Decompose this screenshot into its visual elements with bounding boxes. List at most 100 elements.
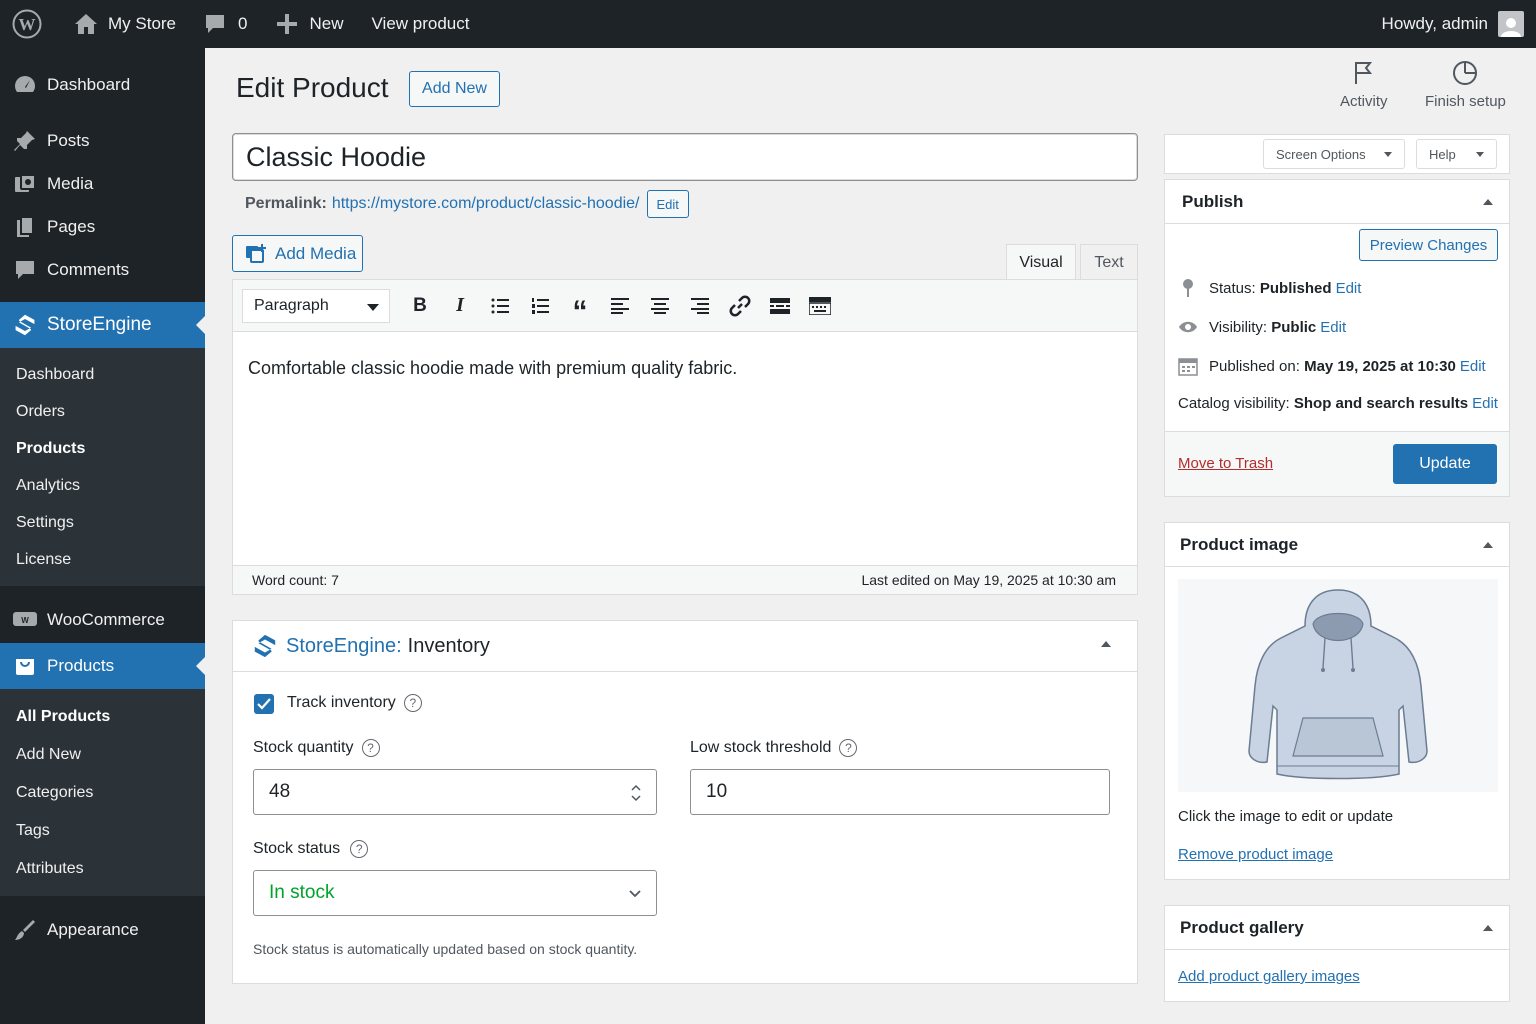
screen-meta-bar: Screen Options Help xyxy=(1164,134,1510,174)
collapse-toggle-icon[interactable] xyxy=(1101,636,1111,647)
italic-button[interactable]: I xyxy=(440,289,480,323)
visibility-edit-link[interactable]: Edit xyxy=(1320,319,1346,336)
product-title-input[interactable]: Classic Hoodie xyxy=(232,133,1138,181)
preview-changes-button[interactable]: Preview Changes xyxy=(1359,229,1498,261)
help-button[interactable]: Help xyxy=(1416,139,1497,169)
collapse-toggle-icon[interactable] xyxy=(1483,537,1493,548)
help-icon[interactable]: ? xyxy=(839,739,858,757)
product-image-header[interactable]: Product image xyxy=(1165,523,1509,567)
add-gallery-images-link[interactable]: Add product gallery images xyxy=(1178,968,1360,985)
collapse-toggle-icon[interactable] xyxy=(1483,194,1493,205)
my-account[interactable]: Howdy, admin xyxy=(1382,11,1536,37)
move-to-trash-link[interactable]: Move to Trash xyxy=(1178,455,1273,472)
submenu-se-products[interactable]: Products xyxy=(0,430,205,467)
home-icon xyxy=(75,14,97,34)
screen-options-button[interactable]: Screen Options xyxy=(1263,139,1405,169)
menu-media[interactable]: Media xyxy=(0,162,205,205)
align-center-button[interactable] xyxy=(640,289,680,323)
storeengine-submenu: Dashboard Orders Products Analytics Sett… xyxy=(0,348,205,586)
published-value: May 19, 2025 at 10:30 xyxy=(1304,357,1456,375)
submenu-categories[interactable]: Categories xyxy=(0,774,205,812)
submenu-add-new[interactable]: Add New xyxy=(0,736,205,774)
permalink-edit-button[interactable]: Edit xyxy=(646,190,689,218)
add-new-button[interactable]: Add New xyxy=(409,71,500,107)
comments-link[interactable]: 0 xyxy=(188,0,259,48)
submenu-se-orders[interactable]: Orders xyxy=(0,393,205,430)
tab-visual[interactable]: Visual xyxy=(1006,244,1076,280)
view-product-link[interactable]: View product xyxy=(356,0,482,48)
catalog-visibility-edit-link[interactable]: Edit xyxy=(1472,395,1498,412)
product-image-hint: Click the image to edit or update xyxy=(1178,808,1394,825)
finish-setup-button[interactable]: Finish setup xyxy=(1425,60,1506,110)
submenu-se-settings[interactable]: Settings xyxy=(0,504,205,541)
format-select[interactable]: Paragraph xyxy=(242,288,390,323)
bold-icon: B xyxy=(413,294,427,316)
menu-posts[interactable]: Posts xyxy=(0,119,205,162)
help-icon[interactable]: ? xyxy=(361,739,380,757)
stock-quantity-input[interactable]: 48 xyxy=(253,769,657,815)
update-button[interactable]: Update xyxy=(1393,444,1497,484)
submenu-tags[interactable]: Tags xyxy=(0,812,205,850)
menu-comments[interactable]: Comments xyxy=(0,248,205,291)
menu-storeengine[interactable]: StoreEngine xyxy=(0,302,205,348)
storeengine-logo-icon xyxy=(254,634,276,658)
numbered-list-button[interactable] xyxy=(520,289,560,323)
inventory-header[interactable]: StoreEngine: Inventory xyxy=(233,621,1137,672)
help-icon[interactable]: ? xyxy=(350,840,369,858)
menu-products[interactable]: Products xyxy=(0,643,205,689)
submenu-se-dashboard[interactable]: Dashboard xyxy=(0,356,205,393)
low-stock-text: Low stock threshold xyxy=(690,739,832,756)
menu-pages[interactable]: Pages xyxy=(0,205,205,248)
align-right-icon xyxy=(691,297,709,314)
editor-content-area[interactable]: Comfortable classic hoodie made with pre… xyxy=(233,332,1137,565)
submenu-attributes[interactable]: Attributes xyxy=(0,850,205,888)
products-icon xyxy=(13,654,37,678)
submenu-all-products[interactable]: All Products xyxy=(0,698,205,736)
stock-status-select[interactable]: In stock xyxy=(253,870,657,916)
remove-product-image-link[interactable]: Remove product image xyxy=(1178,846,1333,863)
product-image[interactable] xyxy=(1178,579,1498,792)
blockquote-button[interactable]: “ xyxy=(560,289,600,326)
stock-status-hint: Stock status is automatically updated ba… xyxy=(253,941,638,957)
insert-link-button[interactable] xyxy=(720,289,760,323)
submenu-se-license[interactable]: License xyxy=(0,541,205,578)
submenu-se-analytics[interactable]: Analytics xyxy=(0,467,205,504)
help-icon[interactable]: ? xyxy=(403,694,422,712)
publish-header[interactable]: Publish xyxy=(1165,180,1509,224)
inventory-box: StoreEngine: Inventory Track inventory ?… xyxy=(232,620,1138,984)
low-stock-threshold-input[interactable]: 10 xyxy=(690,769,1110,815)
menu-label: Pages xyxy=(47,216,96,236)
align-right-button[interactable] xyxy=(680,289,720,323)
add-media-button[interactable]: Add Media xyxy=(232,235,363,272)
status-edit-link[interactable]: Edit xyxy=(1336,280,1362,297)
tab-text[interactable]: Text xyxy=(1080,244,1138,280)
menu-dashboard[interactable]: Dashboard xyxy=(0,63,205,106)
number-spinner-icon[interactable] xyxy=(630,783,642,803)
site-name-link[interactable]: My Store xyxy=(64,0,188,48)
inventory-title: Inventory xyxy=(407,634,490,657)
track-inventory-checkbox[interactable] xyxy=(254,694,274,714)
quote-icon: “ xyxy=(572,294,588,328)
menu-label: Media xyxy=(47,173,94,193)
read-more-button[interactable] xyxy=(760,289,800,323)
collapse-toggle-icon[interactable] xyxy=(1483,920,1493,931)
new-content-link[interactable]: New xyxy=(260,0,356,48)
permalink-url[interactable]: https://mystore.com/product/classic-hood… xyxy=(332,195,640,213)
published-edit-link[interactable]: Edit xyxy=(1460,358,1486,375)
flag-icon xyxy=(1354,62,1372,84)
published-label: Published on: xyxy=(1209,357,1300,375)
bullet-list-button[interactable] xyxy=(480,289,520,323)
toolbar-toggle-button[interactable] xyxy=(800,289,840,323)
menu-appearance[interactable]: Appearance xyxy=(0,908,205,951)
visibility-row: Visibility: Public Edit xyxy=(1178,317,1346,337)
product-gallery-header[interactable]: Product gallery xyxy=(1165,906,1509,950)
wordpress-logo-icon[interactable]: W xyxy=(0,0,64,48)
hoodie-image xyxy=(1248,588,1428,779)
activity-button[interactable]: Activity xyxy=(1340,60,1388,110)
bold-button[interactable]: B xyxy=(400,289,440,323)
stock-status-value: In stock xyxy=(269,882,335,903)
activity-label: Activity xyxy=(1340,93,1388,110)
add-media-icon xyxy=(246,243,266,263)
menu-woocommerce[interactable]: W WooCommerce xyxy=(0,598,205,641)
align-left-button[interactable] xyxy=(600,289,640,323)
